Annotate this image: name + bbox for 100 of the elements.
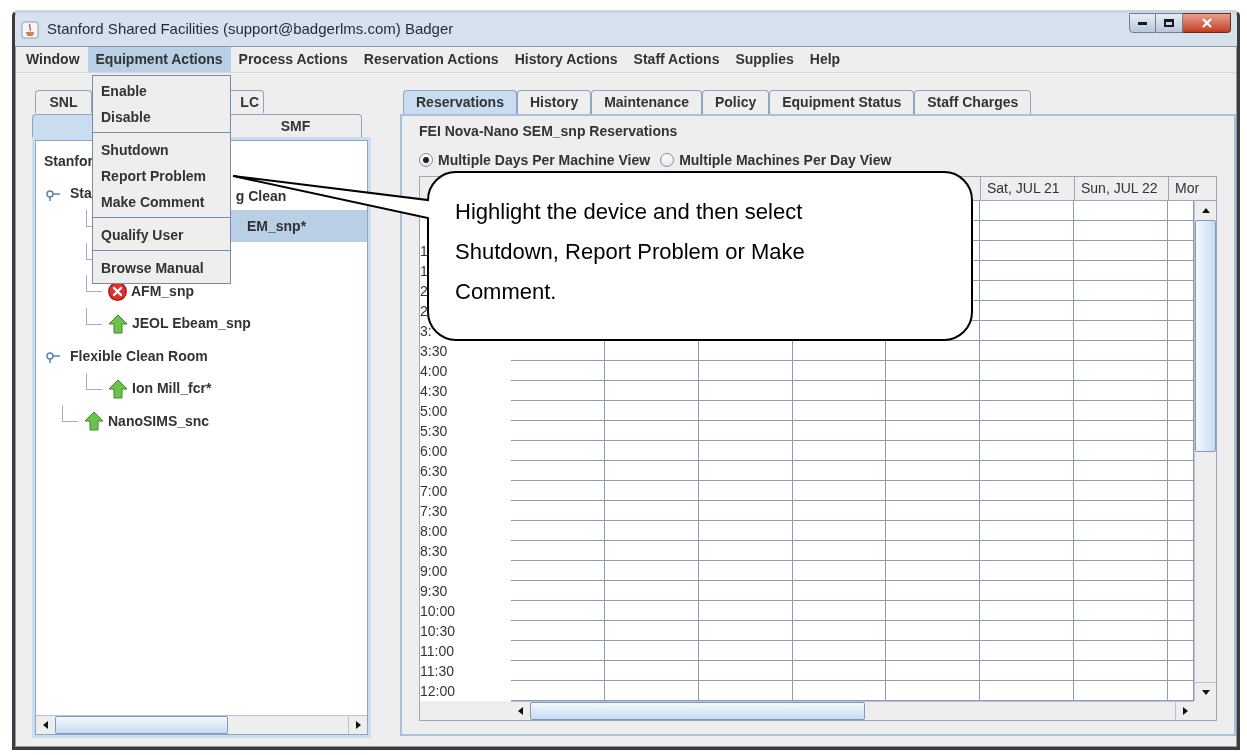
- time-slot[interactable]: [1074, 461, 1168, 481]
- menu-item[interactable]: Disable: [93, 104, 230, 130]
- time-slot[interactable]: [1074, 521, 1168, 541]
- time-slot[interactable]: [980, 361, 1074, 381]
- time-slot[interactable]: [886, 501, 980, 521]
- time-slot[interactable]: [793, 561, 886, 581]
- time-slot[interactable]: [980, 501, 1074, 521]
- maximize-button[interactable]: [1156, 13, 1183, 33]
- time-slot[interactable]: [980, 521, 1074, 541]
- time-slot[interactable]: [699, 541, 793, 561]
- time-slot[interactable]: [511, 501, 605, 521]
- time-slot[interactable]: [511, 441, 605, 461]
- time-slot[interactable]: [980, 481, 1074, 501]
- time-slot[interactable]: [886, 581, 980, 601]
- time-slot[interactable]: [1074, 421, 1168, 441]
- tree-group-label[interactable]: Flexible Clean Room: [70, 345, 208, 367]
- time-slot[interactable]: [511, 661, 605, 681]
- menu-item[interactable]: Report Problem: [93, 163, 230, 189]
- time-slot[interactable]: [1074, 541, 1168, 561]
- time-slot[interactable]: [511, 601, 605, 621]
- time-slot[interactable]: [605, 601, 699, 621]
- menu-item[interactable]: Shutdown: [93, 137, 230, 163]
- scroll-down-icon[interactable]: [1200, 688, 1211, 696]
- time-slot[interactable]: [605, 421, 699, 441]
- menu-bar-item[interactable]: Window: [18, 47, 88, 72]
- time-slot[interactable]: [511, 641, 605, 661]
- time-slot[interactable]: [1074, 561, 1168, 581]
- time-slot[interactable]: [1074, 241, 1168, 261]
- time-slot[interactable]: [699, 461, 793, 481]
- time-slot[interactable]: [886, 461, 980, 481]
- menu-bar-item[interactable]: Equipment Actions: [87, 47, 231, 72]
- menu-bar-item[interactable]: Help: [801, 47, 849, 72]
- time-slot[interactable]: [1074, 601, 1168, 621]
- tree-group-label[interactable]: g Clean: [235, 186, 287, 208]
- time-slot[interactable]: [511, 361, 605, 381]
- time-slot[interactable]: [699, 501, 793, 521]
- time-slot[interactable]: [605, 381, 699, 401]
- time-slot[interactable]: [511, 421, 605, 441]
- time-slot[interactable]: [699, 521, 793, 541]
- time-slot[interactable]: [605, 461, 699, 481]
- time-slot[interactable]: [886, 381, 980, 401]
- tree-root[interactable]: Stanfor: [44, 150, 93, 172]
- time-slot[interactable]: [793, 581, 886, 601]
- time-slot[interactable]: [793, 381, 886, 401]
- view-radio[interactable]: Multiple Machines Per Day View: [660, 149, 892, 171]
- time-slot[interactable]: [980, 301, 1074, 321]
- time-slot[interactable]: [1074, 621, 1168, 641]
- time-slot[interactable]: [886, 421, 980, 441]
- tree-item[interactable]: Ion Mill_fcr*: [102, 372, 367, 405]
- time-slot[interactable]: [980, 341, 1074, 361]
- time-slot[interactable]: [980, 321, 1074, 341]
- time-slot[interactable]: [793, 601, 886, 621]
- scroll-up-icon[interactable]: [1200, 207, 1211, 214]
- tab[interactable]: History: [516, 90, 592, 114]
- time-slot[interactable]: [793, 501, 886, 521]
- menu-bar-item[interactable]: Reservation Actions: [355, 47, 507, 72]
- time-slot[interactable]: [1074, 581, 1168, 601]
- vertical-scrollbar[interactable]: [1194, 201, 1216, 701]
- time-slot[interactable]: [980, 401, 1074, 421]
- time-slot[interactable]: [699, 401, 793, 421]
- time-slot[interactable]: [1074, 221, 1168, 241]
- time-slot[interactable]: [980, 581, 1074, 601]
- time-slot[interactable]: [1074, 341, 1168, 361]
- time-slot[interactable]: [605, 361, 699, 381]
- time-slot[interactable]: [699, 381, 793, 401]
- menu-bar-item[interactable]: Supplies: [727, 47, 802, 72]
- time-slot[interactable]: [1074, 261, 1168, 281]
- time-slot[interactable]: [793, 661, 886, 681]
- tab[interactable]: Reservations: [403, 90, 517, 114]
- time-slot[interactable]: [886, 361, 980, 381]
- time-slot[interactable]: [793, 421, 886, 441]
- menu-bar-item[interactable]: Staff Actions: [625, 47, 728, 72]
- time-slot[interactable]: [793, 361, 886, 381]
- time-slot[interactable]: [886, 561, 980, 581]
- time-slot[interactable]: [605, 521, 699, 541]
- time-slot[interactable]: [980, 281, 1074, 301]
- time-slot[interactable]: [605, 401, 699, 421]
- time-slot[interactable]: [511, 401, 605, 421]
- time-slot[interactable]: [980, 661, 1074, 681]
- time-slot[interactable]: [511, 481, 605, 501]
- time-slot[interactable]: [699, 661, 793, 681]
- time-slot[interactable]: [886, 481, 980, 501]
- time-slot[interactable]: [1074, 501, 1168, 521]
- time-slot[interactable]: [793, 521, 886, 541]
- time-slot[interactable]: [1074, 401, 1168, 421]
- time-slot[interactable]: [511, 541, 605, 561]
- time-slot[interactable]: [793, 401, 886, 421]
- time-slot[interactable]: [886, 401, 980, 421]
- time-slot[interactable]: [605, 501, 699, 521]
- time-slot[interactable]: [605, 621, 699, 641]
- time-slot[interactable]: [980, 221, 1074, 241]
- time-slot[interactable]: [511, 561, 605, 581]
- time-slot[interactable]: [886, 601, 980, 621]
- time-slot[interactable]: [699, 601, 793, 621]
- time-slot[interactable]: [980, 441, 1074, 461]
- menu-item[interactable]: Browse Manual: [93, 255, 230, 281]
- time-slot[interactable]: [980, 241, 1074, 261]
- menu-bar-item[interactable]: History Actions: [506, 47, 626, 72]
- view-radio[interactable]: Multiple Days Per Machine View: [419, 149, 651, 171]
- time-slot[interactable]: [886, 621, 980, 641]
